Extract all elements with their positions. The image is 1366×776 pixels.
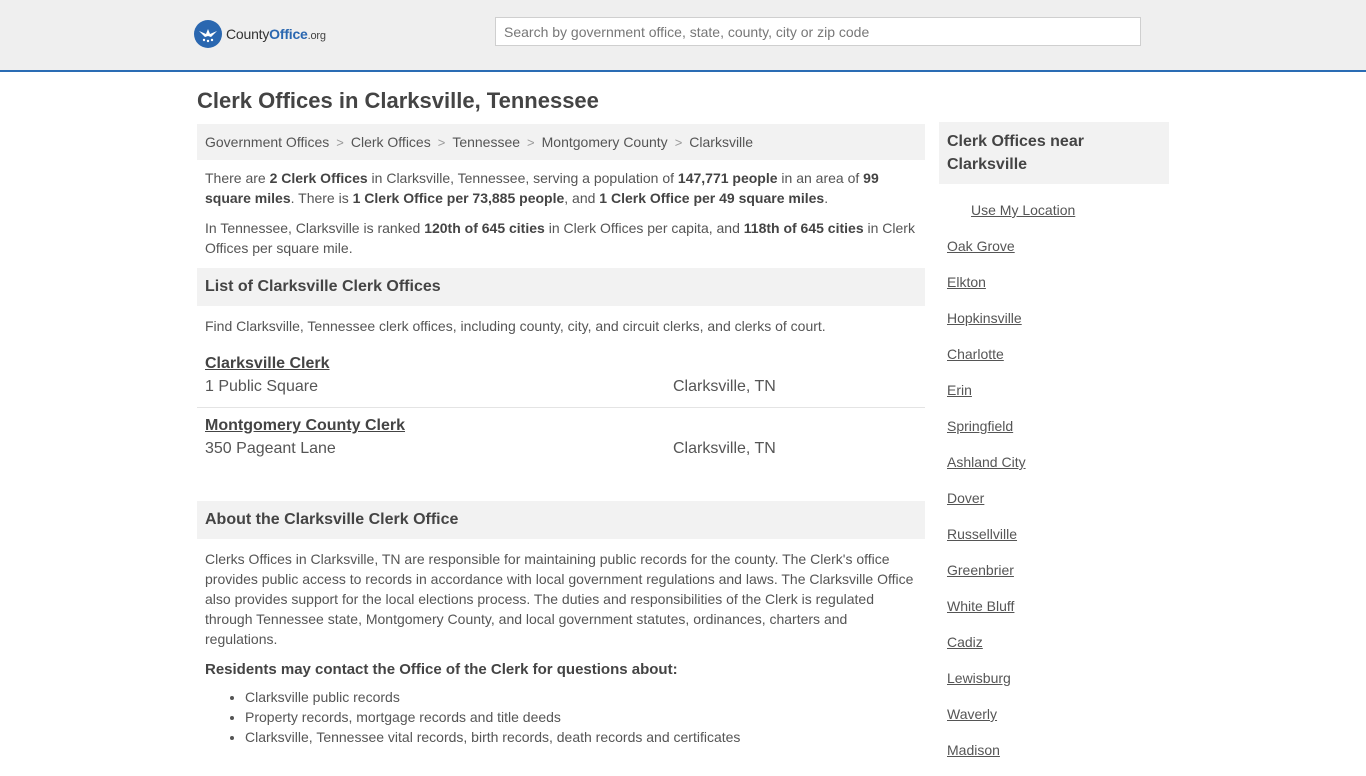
office-name-link[interactable]: Clarksville Clerk [205,352,917,376]
city-link-oak-grove[interactable]: Oak Grove [947,238,1015,254]
breadcrumb-montgomery-county[interactable]: Montgomery County [542,134,668,150]
office-city: Clarksville, TN [673,440,776,457]
city-link-dover[interactable]: Dover [947,490,984,506]
list-heading: List of Clarksville Clerk Offices [197,268,925,306]
list-item: White Bluff [947,596,1169,632]
city-link-ashland-city[interactable]: Ashland City [947,454,1026,470]
about-subheading: Residents may contact the Office of the … [205,661,678,678]
office-listing: Montgomery County Clerk 350 Pageant Lane… [197,407,925,465]
city-link-elkton[interactable]: Elkton [947,274,986,290]
site-logo[interactable]: CountyOffice.org [194,20,326,48]
sidebar: Clerk Offices near Clarksville Use My Lo… [939,122,1169,776]
list-item: Lewisburg [947,668,1169,704]
office-address: 1 Public Square Clarksville, TN [205,376,917,398]
site-header: CountyOffice.org [0,0,1366,72]
search-input[interactable] [495,17,1141,46]
main-content: Government Offices > Clerk Offices > Ten… [197,124,925,747]
breadcrumb-government-offices[interactable]: Government Offices [205,134,329,150]
city-link-white-bluff[interactable]: White Bluff [947,598,1014,614]
intro-paragraph-1: There are 2 Clerk Offices in Clarksville… [205,170,879,206]
use-location: Use My Location [939,184,1169,236]
list-item: Property records, mortgage records and t… [245,707,925,727]
list-item: Elkton [947,272,1169,308]
office-name-link[interactable]: Montgomery County Clerk [205,414,917,438]
list-description: Find Clarksville, Tennessee clerk office… [205,318,826,334]
chevron-right-icon: > [437,134,446,150]
city-link-waverly[interactable]: Waverly [947,706,997,722]
intro-paragraph-2: In Tennessee, Clarksville is ranked 120t… [205,220,915,256]
list-item: Madison [947,740,1169,776]
list-item: Charlotte [947,344,1169,380]
list-item: Clarksville public records [245,687,925,707]
list-item: Greenbrier [947,560,1169,596]
city-link-charlotte[interactable]: Charlotte [947,346,1004,362]
about-list: Clarksville public records Property reco… [197,681,925,747]
breadcrumb-clerk-offices[interactable]: Clerk Offices [351,134,431,150]
city-link-madison[interactable]: Madison [947,742,1000,758]
list-item: Russellville [947,524,1169,560]
page-title: Clerk Offices in Clarksville, Tennessee [197,88,599,113]
list-item: Oak Grove [947,236,1169,272]
eagle-icon [194,20,222,48]
logo-text: CountyOffice.org [226,26,326,42]
breadcrumb: Government Offices > Clerk Offices > Ten… [197,124,925,160]
city-link-hopkinsville[interactable]: Hopkinsville [947,310,1022,326]
nearby-cities-list: Oak Grove Elkton Hopkinsville Charlotte … [939,236,1169,776]
about-body: Clerks Offices in Clarksville, TN are re… [205,551,914,647]
chevron-right-icon: > [527,134,535,150]
list-item: Dover [947,488,1169,524]
office-city: Clarksville, TN [673,378,776,395]
about-section: About the Clarksville Clerk Office Clerk… [197,501,925,747]
chevron-right-icon: > [674,134,683,150]
about-heading: About the Clarksville Clerk Office [197,501,925,539]
intro-text: There are 2 Clerk Offices in Clarksville… [197,160,925,258]
breadcrumb-clarksville[interactable]: Clarksville [689,134,753,150]
city-link-erin[interactable]: Erin [947,382,972,398]
breadcrumb-tennessee[interactable]: Tennessee [452,134,520,150]
city-link-lewisburg[interactable]: Lewisburg [947,670,1011,686]
sidebar-heading: Clerk Offices near Clarksville [939,122,1169,184]
chevron-right-icon: > [336,134,344,150]
list-item: Hopkinsville [947,308,1169,344]
city-link-russellville[interactable]: Russellville [947,526,1017,542]
list-item: Clarksville, Tennessee vital records, bi… [245,727,925,747]
office-listing: Clarksville Clerk 1 Public Square Clarksv… [197,346,925,407]
city-link-cadiz[interactable]: Cadiz [947,634,983,650]
list-item: Ashland City [947,452,1169,488]
city-link-greenbrier[interactable]: Greenbrier [947,562,1014,578]
office-address: 350 Pageant Lane Clarksville, TN [205,438,917,460]
list-item: Cadiz [947,632,1169,668]
list-item: Erin [947,380,1169,416]
city-link-springfield[interactable]: Springfield [947,418,1013,434]
use-my-location-link[interactable]: Use My Location [971,202,1075,218]
list-item: Waverly [947,704,1169,740]
list-item: Springfield [947,416,1169,452]
